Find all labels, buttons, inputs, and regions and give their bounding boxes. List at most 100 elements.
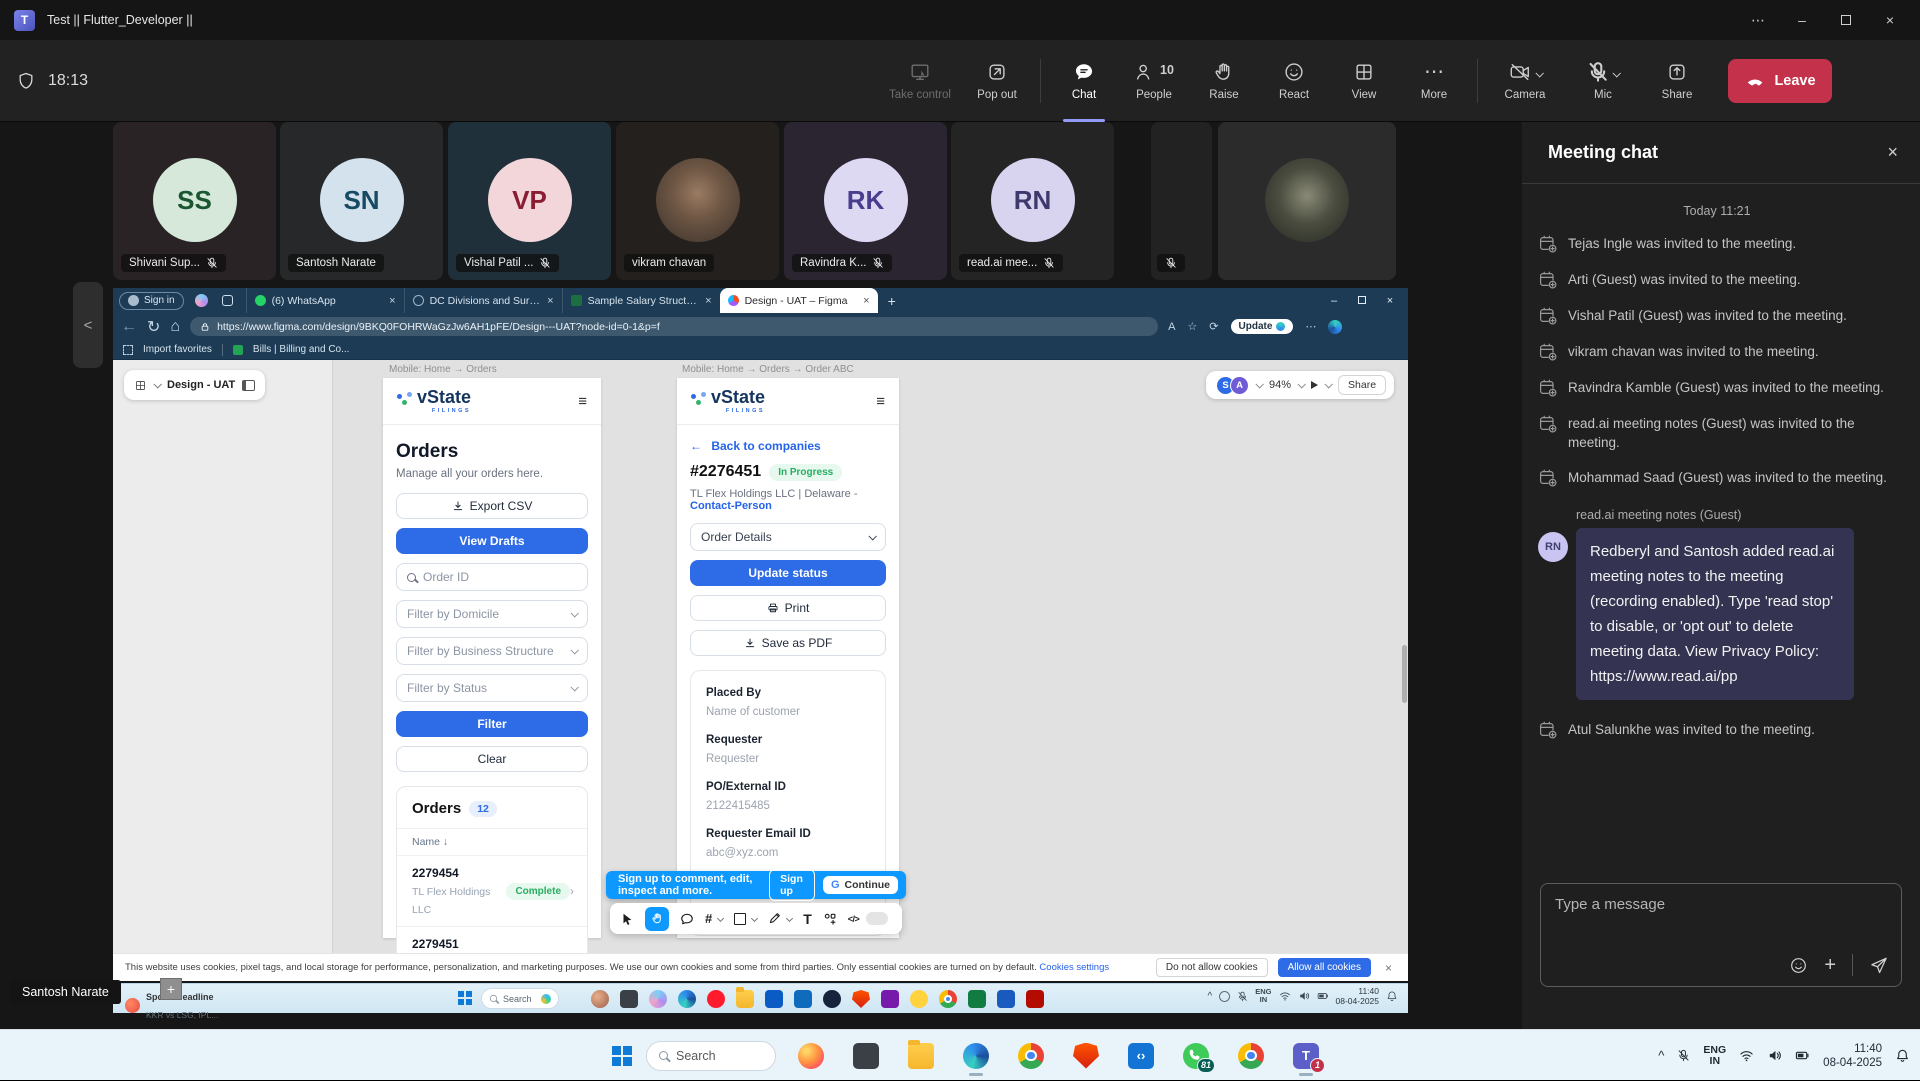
deny-cookies-button[interactable]: Do not allow cookies [1156, 958, 1268, 977]
view-button[interactable]: View [1329, 40, 1399, 122]
tab-close-icon[interactable]: × [863, 295, 869, 307]
brave-icon[interactable] [852, 990, 870, 1008]
clear-button[interactable]: Clear [396, 746, 588, 772]
home-icon[interactable]: ⌂ [170, 318, 180, 336]
back-to-companies-link[interactable]: ← Back to companies [690, 439, 886, 453]
chrome-icon[interactable] [939, 990, 957, 1008]
present-icon[interactable] [1311, 381, 1318, 389]
tray-mic-off-icon[interactable] [1237, 991, 1248, 1002]
excel-icon[interactable] [968, 990, 986, 1008]
participant-tile[interactable]: VP Vishal Patil ... [448, 122, 611, 280]
refresh-icon[interactable]: ↻ [147, 317, 160, 337]
edge-icon[interactable] [678, 990, 696, 1008]
edge-profile-icon[interactable] [1328, 320, 1342, 334]
chevron-down-icon[interactable] [1297, 380, 1305, 388]
chat-message-input[interactable]: Type a message + [1540, 883, 1902, 987]
favorites-item[interactable]: Import favorites [143, 344, 212, 355]
pinned-app-icon[interactable] [620, 990, 638, 1008]
figma-canvas[interactable]: Design - UAT Mobile: Home → Orders Mobil… [113, 360, 1408, 953]
column-header[interactable]: Name ↓ [397, 828, 587, 855]
save-as-pdf-button[interactable]: Save as PDF [690, 630, 886, 656]
raise-hand-button[interactable]: Raise [1189, 40, 1259, 122]
order-row[interactable]: 2279454TL Flex Holdings LLC Complete › [397, 855, 587, 926]
participant-tile[interactable]: RK Ravindra K... [784, 122, 947, 280]
calculator-icon[interactable] [765, 990, 783, 1008]
print-button[interactable]: Print [690, 595, 886, 621]
resources-tool-icon[interactable] [823, 912, 837, 926]
window-close-button[interactable]: × [1868, 0, 1912, 40]
chevron-down-icon[interactable] [751, 915, 758, 922]
filter-domicile-select[interactable]: Filter by Domicile [396, 600, 588, 628]
participant-tile[interactable] [1151, 122, 1212, 280]
vscode-icon[interactable]: ‹› [1128, 1043, 1154, 1069]
back-icon[interactable]: ← [121, 318, 137, 336]
tray-mic-icon[interactable] [1677, 1049, 1690, 1062]
chevron-down-icon[interactable] [1255, 380, 1263, 388]
chat-button[interactable]: Chat [1049, 40, 1119, 122]
chevron-down-icon[interactable] [786, 915, 793, 922]
window-minimize-button[interactable]: – [1780, 0, 1824, 40]
word-icon[interactable] [997, 990, 1015, 1008]
filter-button[interactable]: Filter [396, 711, 588, 737]
figma-doc-pill[interactable]: Design - UAT [124, 370, 265, 400]
language-indicator[interactable]: ENGIN [1703, 1045, 1726, 1067]
cookies-settings-link[interactable]: Cookies settings [1039, 962, 1109, 973]
participant-tile[interactable]: SS Shivani Sup... [113, 122, 276, 280]
pen-tool-icon[interactable] [768, 912, 781, 925]
browser-minimize-button[interactable]: – [1320, 295, 1348, 307]
order-id-search-input[interactable]: Order ID [396, 563, 588, 591]
read-aloud-icon[interactable]: A [1168, 321, 1175, 333]
taskbar-search-box[interactable]: Search [646, 1041, 776, 1071]
canvas-scrollbar[interactable] [1402, 645, 1407, 703]
participant-tile[interactable]: vikram chavan [616, 122, 779, 280]
hamburger-menu-icon[interactable]: ≡ [876, 393, 885, 410]
participant-tile[interactable]: SN Santosh Narate [280, 122, 443, 280]
browser-profile-button[interactable]: Sign in [119, 292, 184, 310]
taskbar-search-box[interactable]: Search [481, 988, 559, 1009]
browser-close-button[interactable]: × [1376, 295, 1404, 307]
frame-label[interactable]: Mobile: Home → Orders [389, 364, 497, 375]
figma-sign-up-button[interactable]: Sign up [769, 869, 815, 901]
favorites-item[interactable]: Bills | Billing and Co... [253, 344, 350, 355]
app-icon[interactable] [910, 990, 928, 1008]
export-csv-button[interactable]: Export CSV [396, 493, 588, 519]
more-button[interactable]: ⋯ More [1399, 40, 1469, 122]
order-details-select[interactable]: Order Details [690, 523, 886, 551]
brave-icon[interactable] [1073, 1043, 1099, 1069]
pop-out-button[interactable]: Pop out [962, 40, 1032, 122]
new-tab-button[interactable]: + [888, 293, 896, 309]
chrome-icon[interactable] [1018, 1043, 1044, 1069]
browser-tab[interactable]: DC Divisions and Surroundings× [404, 288, 562, 313]
tab-search-icon[interactable] [220, 295, 236, 306]
google-continue-button[interactable]: GContinue [823, 876, 898, 894]
opera-icon[interactable] [707, 990, 725, 1008]
browser-maximize-button[interactable] [1348, 295, 1376, 307]
tab-close-icon[interactable]: × [705, 295, 711, 307]
battery-icon[interactable] [1317, 990, 1329, 1002]
filter-status-select[interactable]: Filter by Status [396, 674, 588, 702]
collaborator-avatar[interactable]: A [1230, 376, 1249, 395]
shape-tool-icon[interactable] [734, 913, 746, 925]
mic-button[interactable]: Mic [1564, 40, 1642, 122]
figma-menu-grid-icon[interactable] [134, 379, 147, 392]
update-status-button[interactable]: Update status [690, 560, 886, 586]
react-button[interactable]: React [1259, 40, 1329, 122]
chevron-down-icon[interactable] [717, 915, 724, 922]
outlook-icon[interactable] [794, 990, 812, 1008]
contact-person-link[interactable]: Contact-Person [690, 500, 772, 512]
start-button[interactable] [612, 1046, 632, 1066]
app-icon[interactable] [881, 990, 899, 1008]
dev-mode-toggle[interactable] [866, 912, 888, 925]
address-bar[interactable]: https://www.figma.com/design/9BKQ0FOHRWa… [190, 317, 1158, 336]
language-indicator[interactable]: ENGIN [1255, 988, 1271, 1004]
window-more-icon[interactable]: ⋯ [1736, 0, 1780, 40]
order-row[interactable]: 2279451TL Flex Holdings LLC Complete › [397, 926, 587, 953]
tray-icon[interactable] [1219, 991, 1230, 1002]
camera-button[interactable]: Camera [1486, 40, 1564, 122]
start-button[interactable] [458, 991, 472, 1005]
browser-tab[interactable]: (6) WhatsApp× [246, 288, 404, 313]
collections-icon[interactable]: ⟳ [1209, 320, 1218, 333]
chevron-down-icon[interactable] [1324, 380, 1332, 388]
notification-bell-icon[interactable] [1386, 990, 1398, 1002]
notification-bell-icon[interactable] [1895, 1048, 1910, 1063]
